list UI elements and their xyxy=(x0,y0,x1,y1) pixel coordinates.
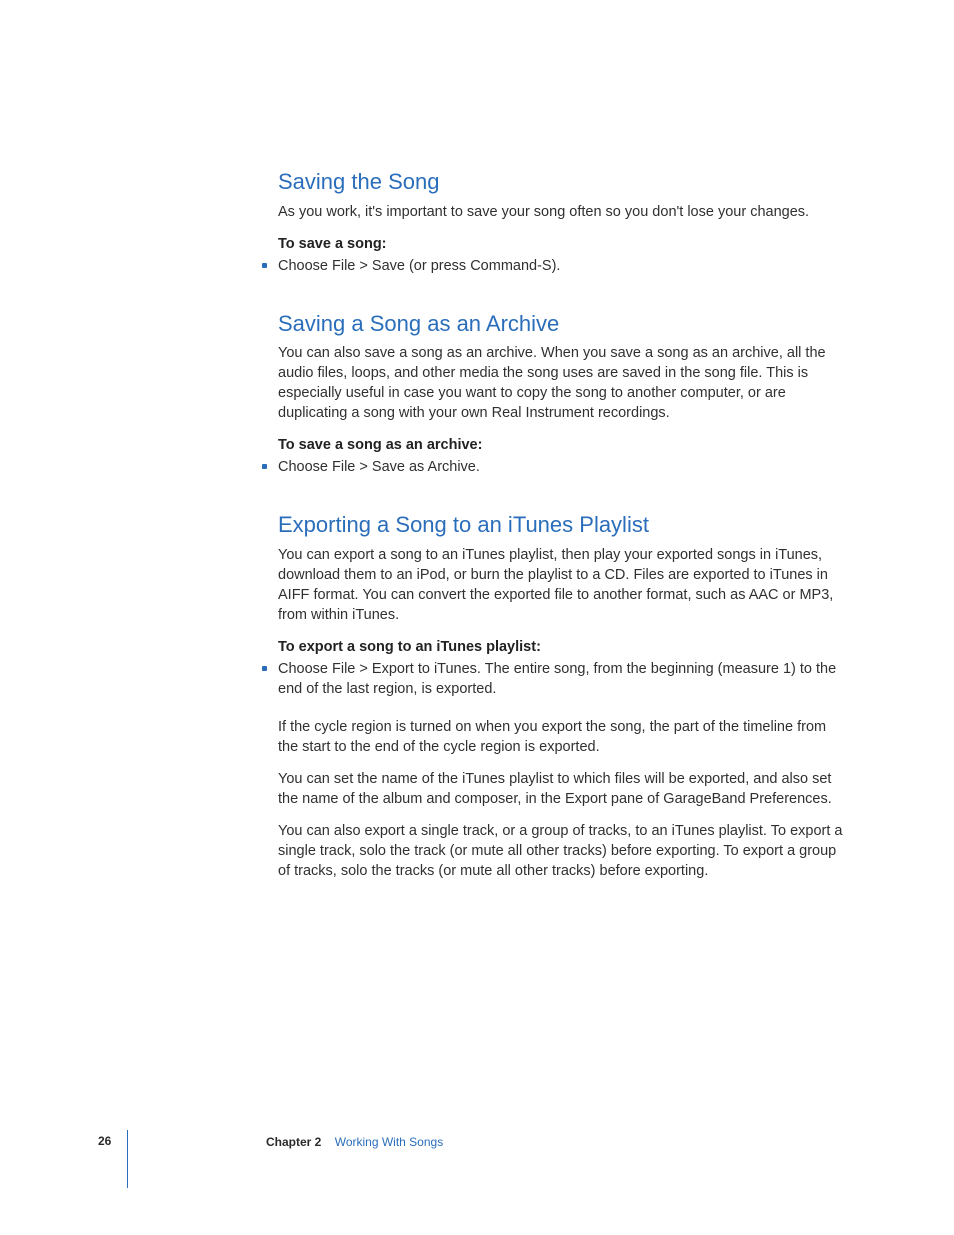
list-item: Choose File > Save (or press Command-S). xyxy=(264,256,848,276)
list-item: Choose File > Save as Archive. xyxy=(264,457,848,477)
chapter-label: Chapter 2 xyxy=(266,1135,321,1149)
task-steps: Choose File > Save as Archive. xyxy=(278,457,848,477)
document-page: Saving the Song As you work, it's import… xyxy=(0,0,954,1235)
section-exporting-to-itunes: Exporting a Song to an iTunes Playlist Y… xyxy=(278,511,848,881)
chapter-info: Chapter 2 Working With Songs xyxy=(266,1135,443,1149)
page-number: 26 xyxy=(98,1134,111,1148)
page-content: Saving the Song As you work, it's import… xyxy=(278,168,848,893)
section-heading: Saving a Song as an Archive xyxy=(278,310,848,338)
section-intro: As you work, it's important to save your… xyxy=(278,202,848,222)
page-footer: 26 Chapter 2 Working With Songs xyxy=(98,1134,858,1148)
task-steps: Choose File > Export to iTunes. The enti… xyxy=(278,659,848,699)
bullet-icon xyxy=(262,263,267,268)
paragraph: You can set the name of the iTunes playl… xyxy=(278,769,848,809)
task-subhead: To save a song: xyxy=(278,236,848,252)
task-steps: Choose File > Save (or press Command-S). xyxy=(278,256,848,276)
bullet-icon xyxy=(262,464,267,469)
section-intro: You can also save a song as an archive. … xyxy=(278,343,848,423)
bullet-icon xyxy=(262,666,267,671)
section-saving-as-archive: Saving a Song as an Archive You can also… xyxy=(278,310,848,478)
task-subhead: To save a song as an archive: xyxy=(278,437,848,453)
list-item: Choose File > Export to iTunes. The enti… xyxy=(264,659,848,699)
section-heading: Saving the Song xyxy=(278,168,848,196)
task-subhead: To export a song to an iTunes playlist: xyxy=(278,639,848,655)
list-item-text: Choose File > Save as Archive. xyxy=(278,457,848,477)
paragraph: You can also export a single track, or a… xyxy=(278,821,848,881)
section-heading: Exporting a Song to an iTunes Playlist xyxy=(278,511,848,539)
footer-divider-icon xyxy=(127,1130,128,1188)
list-item-text: Choose File > Export to iTunes. The enti… xyxy=(278,659,848,699)
additional-paragraphs: If the cycle region is turned on when yo… xyxy=(278,717,848,881)
list-item-text: Choose File > Save (or press Command-S). xyxy=(278,256,848,276)
paragraph: If the cycle region is turned on when yo… xyxy=(278,717,848,757)
section-saving-the-song: Saving the Song As you work, it's import… xyxy=(278,168,848,276)
section-intro: You can export a song to an iTunes playl… xyxy=(278,545,848,625)
chapter-title: Working With Songs xyxy=(335,1135,444,1149)
